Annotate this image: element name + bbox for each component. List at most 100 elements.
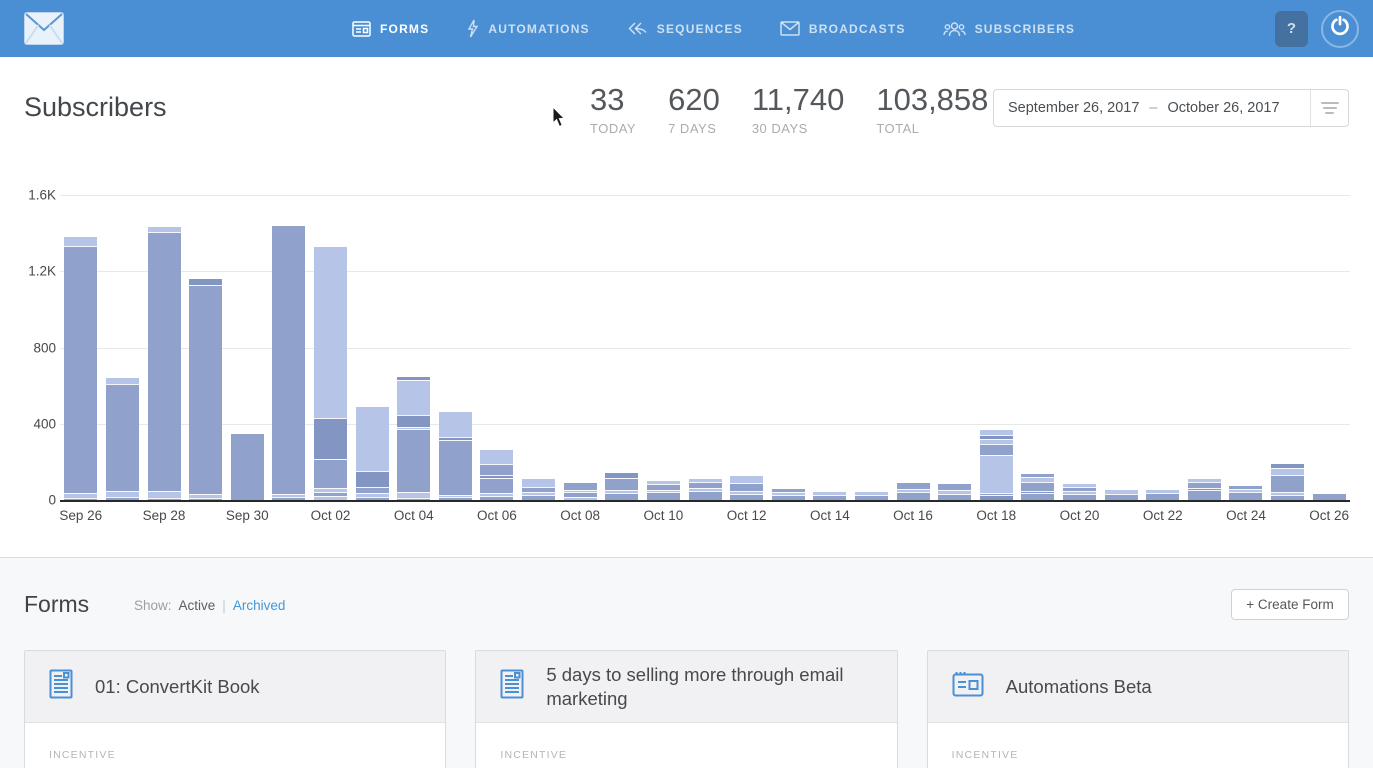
bar-segment [355,497,389,500]
nav-item-subscribers[interactable]: SUBSCRIBERS [942,21,1076,37]
bar-oct-01[interactable] [272,226,306,500]
bar-segment [355,471,389,487]
bar-oct-06[interactable] [480,450,514,500]
x-axis-tick: Oct 18 [976,508,1017,523]
form-window-icon [352,20,371,37]
bar-oct-14[interactable] [813,492,847,500]
nav-item-sequences[interactable]: SEQUENCES [627,21,743,36]
stat-label: TODAY [590,121,637,136]
lightning-icon [466,19,479,38]
bar-oct-25[interactable] [1271,463,1305,500]
bar-segment [979,443,1013,456]
bar-segment [771,495,805,500]
filter-active[interactable]: Active [179,598,216,613]
bar-segment [522,495,556,500]
bar-oct-18[interactable] [979,430,1013,500]
help-button[interactable]: ? [1275,10,1308,47]
bar-segment [605,478,639,490]
stat-value: 620 [668,82,720,117]
bar-oct-02[interactable] [313,247,347,500]
bar-oct-12[interactable] [730,476,764,500]
bar-oct-10[interactable] [646,480,680,500]
main-navigation: FORMS AUTOMATIONS SEQUENCES BROADCASTS S… [352,0,1075,57]
form-card-header[interactable]: 5 days to selling more through email mar… [476,651,897,723]
filter-archived-link[interactable]: Archived [233,598,286,613]
bar-oct-08[interactable] [563,482,597,500]
bar-segment [313,247,347,419]
logout-button[interactable] [1321,9,1359,48]
form-card: Automations Beta INCENTIVE Join the auto… [926,650,1349,768]
x-axis-tick: Sep 26 [59,508,103,523]
bar-oct-21[interactable] [1104,490,1138,500]
bar-oct-04[interactable] [397,377,431,500]
convertkit-logo envelope-logo-icon[interactable] [24,12,64,45]
bar-segment [1229,492,1263,500]
bar-segment [563,497,597,500]
form-card-header[interactable]: 01: ConvertKit Book [25,651,446,723]
stat-label: 30 DAYS [751,121,808,136]
bar-segment [105,383,139,492]
bar-segment [147,232,181,492]
landing-page-icon [952,671,984,702]
bar-segment [272,497,306,500]
bar-sep-29[interactable] [189,278,223,500]
nav-label: SEQUENCES [656,21,743,36]
app-window: FORMS AUTOMATIONS SEQUENCES BROADCASTS S… [0,0,1373,768]
stat-today: 33 TODAY [590,82,636,136]
bar-oct-16[interactable] [896,482,930,500]
mouse-cursor [552,107,566,128]
bar-oct-20[interactable] [1063,483,1097,500]
bar-oct-17[interactable] [938,483,972,500]
bar-segment [313,418,347,460]
bar-segment [605,493,639,500]
bar-segment [979,455,1013,494]
nav-item-automations[interactable]: AUTOMATIONS [466,19,589,38]
bar-sep-30[interactable] [230,434,264,500]
page-title: Subscribers [24,92,167,122]
power-icon [1329,15,1351,42]
bar-segment [1021,493,1055,500]
stat-value: 33 [590,82,625,117]
bar-segment [480,463,514,476]
top-navbar: FORMS AUTOMATIONS SEQUENCES BROADCASTS S… [0,0,1373,57]
bar-oct-03[interactable] [355,406,389,500]
x-axis-line [60,500,1350,502]
x-axis-tick: Oct 08 [560,508,601,523]
bar-segment [730,476,764,483]
bar-oct-11[interactable] [688,479,722,500]
nav-item-broadcasts[interactable]: BROADCASTS [780,21,906,36]
date-range-value[interactable]: September 26, 2017 – October 26, 2017 [994,100,1310,116]
people-icon [942,21,966,37]
bar-oct-07[interactable] [522,479,556,500]
incentive-label: INCENTIVE [49,749,116,761]
bar-sep-27[interactable] [105,378,139,500]
bar-segment [189,284,223,495]
bar-oct-26[interactable] [1312,494,1346,500]
y-axis-tick: 0 [48,492,56,508]
bar-oct-22[interactable] [1146,489,1180,500]
bar-segment [813,495,847,500]
bar-oct-09[interactable] [605,473,639,500]
form-card-title: Automations Beta [1005,675,1152,697]
bar-sep-26[interactable] [64,236,98,500]
x-axis-tick: Oct 16 [893,508,933,523]
nav-item-forms[interactable]: FORMS [352,20,429,37]
bar-oct-23[interactable] [1187,479,1221,500]
forms-section-title: Forms [24,591,90,617]
form-card-title: 01: ConvertKit Book [95,675,260,697]
bar-segment [1312,494,1346,500]
create-form-button[interactable]: + Create Form [1231,589,1349,620]
bar-oct-19[interactable] [1021,474,1055,500]
form-document-icon [49,669,73,704]
bar-oct-24[interactable] [1229,485,1263,500]
bar-sep-28[interactable] [147,227,181,500]
bar-oct-13[interactable] [771,488,805,500]
chart-options-button[interactable] [1310,90,1348,126]
form-card-header[interactable]: Automations Beta [927,651,1348,723]
y-axis-tick: 1.2K [28,263,56,279]
x-axis-tick: Oct 02 [310,508,351,523]
navbar-controls: ? [1275,0,1359,57]
bar-oct-05[interactable] [438,412,472,500]
bar-oct-15[interactable] [854,492,888,500]
double-arrow-icon [627,21,648,36]
